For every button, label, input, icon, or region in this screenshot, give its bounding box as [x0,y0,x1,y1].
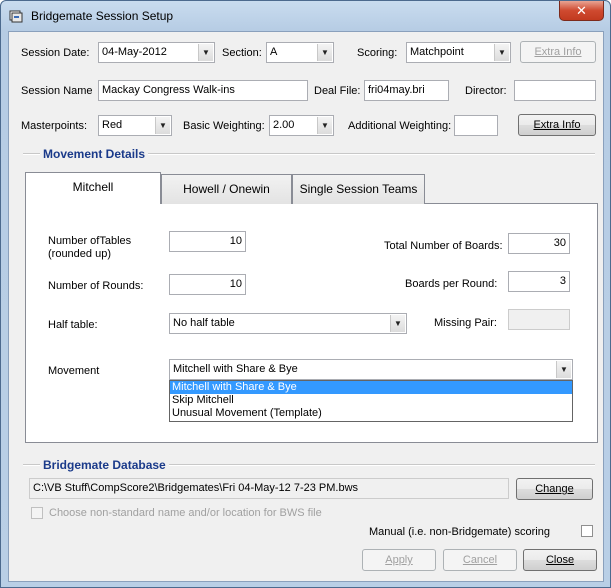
dialog-window: Bridgemate Session Setup ✕ Session Date:… [0,0,611,588]
change-button[interactable]: Change [516,478,593,500]
movement-value: Mitchell with Share & Bye [173,363,298,375]
movement-combo[interactable]: Mitchell with Share & Bye ▼ [169,359,573,380]
number-of-rounds-label: Number of Rounds: [48,280,144,292]
session-name-label: Session Name [21,85,93,97]
session-date-combo[interactable]: 04-May-2012 ▼ [98,42,215,63]
total-boards-label: Total Number of Boards: [384,240,503,252]
deal-file-label: Deal File: [314,85,361,97]
deal-file-input[interactable]: fri04may.bri [364,80,449,101]
boards-per-round-input[interactable]: 3 [508,271,570,292]
session-date-value: 04-May-2012 [102,46,167,58]
scoring-combo[interactable]: Matchpoint ▼ [406,42,511,63]
tab-howell-onewin[interactable]: Howell / Onewin [161,174,292,204]
missing-pair-label: Missing Pair: [434,317,497,329]
app-icon [9,10,23,23]
nonstandard-bws-checkbox[interactable] [31,507,43,519]
missing-pair-input[interactable] [508,309,570,330]
basic-weighting-label: Basic Weighting: [183,120,265,132]
masterpoints-combo[interactable]: Red ▼ [98,115,172,136]
scoring-value: Matchpoint [410,46,464,58]
title-bar[interactable]: Bridgemate Session Setup ✕ [1,1,610,31]
close-window-button[interactable]: ✕ [559,1,604,21]
manual-scoring-label: Manual (i.e. non-Bridgemate) scoring [369,526,550,538]
bws-path-field[interactable]: C:\VB Stuff\CompScore2\Bridgemates\Fri 0… [29,478,509,499]
chevron-down-icon: ▼ [556,361,571,378]
extra-info-bottom-button[interactable]: Extra Info [518,114,596,136]
extra-info-top-button[interactable]: Extra Info [520,41,596,63]
tab-single-session-teams[interactable]: Single Session Teams [292,174,425,204]
cancel-button[interactable]: Cancel [443,549,517,571]
additional-weighting-input[interactable] [454,115,498,136]
nonstandard-bws-label: Choose non-standard name and/or location… [49,507,322,519]
section-value: A [270,46,278,58]
scoring-label: Scoring: [357,47,398,59]
chevron-down-icon: ▼ [317,117,332,134]
close-button[interactable]: Close [523,549,597,571]
basic-weighting-value: 2.00 [273,119,295,131]
half-table-combo[interactable]: No half table ▼ [169,313,407,334]
masterpoints-label: Masterpoints: [21,120,88,132]
manual-scoring-checkbox[interactable] [581,525,593,537]
mitchell-tab-panel: Number ofTables (rounded up) 10 Number o… [25,203,598,443]
number-of-tables-label-line1: Number ofTables [48,235,132,247]
director-input[interactable] [514,80,596,101]
movement-option[interactable]: Mitchell with Share & Bye [170,381,572,394]
bridgemate-database-title: Bridgemate Database [40,458,169,472]
movement-option[interactable]: Skip Mitchell [170,394,572,407]
movement-dropdown-list: Mitchell with Share & Bye Skip Mitchell … [169,380,573,422]
session-date-label: Session Date: [21,47,90,59]
chevron-down-icon: ▼ [317,44,332,61]
chevron-down-icon: ▼ [390,315,405,332]
dialog-client-area: Session Date: 04-May-2012 ▼ Section: A ▼… [8,31,604,582]
movement-option[interactable]: Unusual Movement (Template) [170,407,572,420]
number-of-tables-label-line2: (rounded up) [48,248,111,260]
section-label: Section: [222,47,262,59]
section-combo[interactable]: A ▼ [266,42,334,63]
basic-weighting-combo[interactable]: 2.00 ▼ [269,115,334,136]
chevron-down-icon: ▼ [155,117,170,134]
close-icon: ✕ [576,3,587,18]
movement-details-title: Movement Details [40,147,149,161]
half-table-value: No half table [173,317,235,329]
window-title: Bridgemate Session Setup [31,9,174,23]
chevron-down-icon: ▼ [494,44,509,61]
chevron-down-icon: ▼ [198,44,213,61]
tab-mitchell[interactable]: Mitchell [25,172,161,204]
masterpoints-value: Red [102,119,123,131]
number-of-rounds-input[interactable]: 10 [169,274,246,295]
apply-button[interactable]: Apply [362,549,436,571]
additional-weighting-label: Additional Weighting: [348,120,452,132]
director-label: Director: [465,85,507,97]
number-of-tables-input[interactable]: 10 [169,231,246,252]
total-boards-input[interactable]: 30 [508,233,570,254]
boards-per-round-label: Boards per Round: [405,278,498,290]
half-table-label: Half table: [48,319,98,331]
movement-label: Movement [48,365,100,377]
session-name-input[interactable]: Mackay Congress Walk-ins [98,80,308,101]
